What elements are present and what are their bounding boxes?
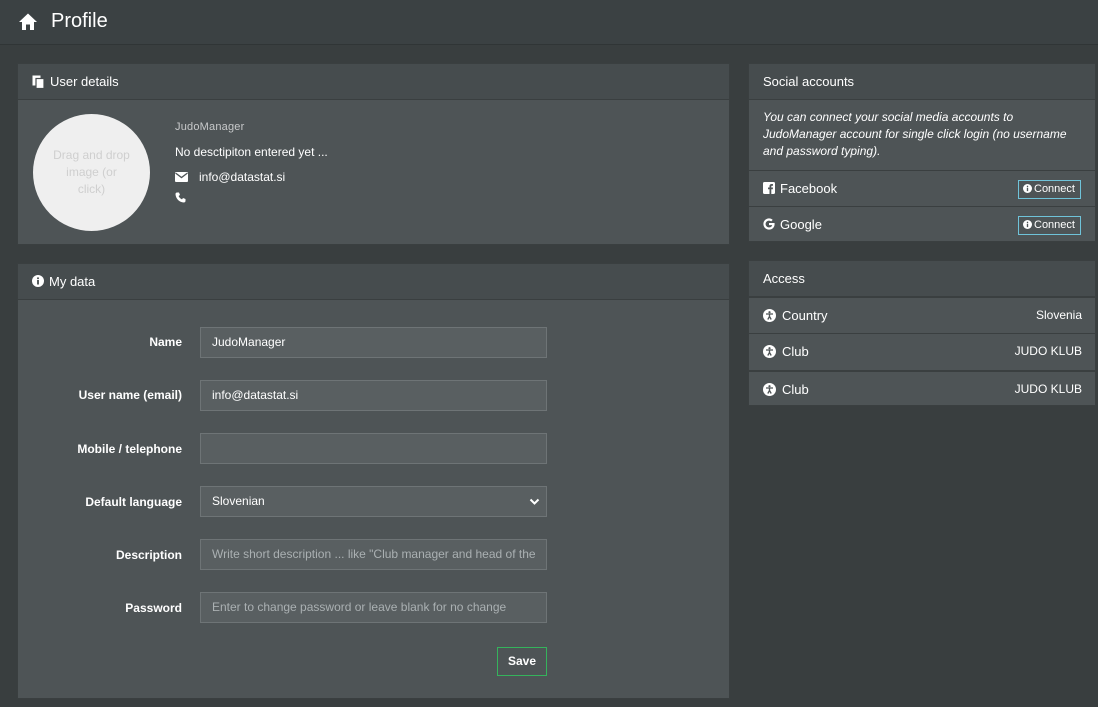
- user-details-panel: User details Drag and drop image (or cli…: [17, 63, 730, 245]
- social-row-facebook: Facebook Connect: [749, 170, 1095, 206]
- my-data-title: My data: [49, 274, 96, 289]
- facebook-icon: [763, 182, 775, 194]
- access-row-club: Club JUDO KLUB: [749, 333, 1095, 369]
- user-details-title: User details: [50, 74, 119, 89]
- user-email: info@datastat.si: [199, 170, 286, 184]
- accessibility-icon: [763, 383, 776, 396]
- phone-input[interactable]: [200, 433, 547, 464]
- password-label: Password: [125, 601, 182, 615]
- social-accounts-title: Social accounts: [763, 74, 855, 89]
- facebook-connect-label: Connect: [1034, 183, 1075, 195]
- access-title: Access: [763, 271, 805, 286]
- google-label: Google: [780, 217, 822, 232]
- access-value: Slovenia: [1035, 308, 1082, 322]
- facebook-label: Facebook: [780, 181, 838, 196]
- page-title: Profile: [51, 10, 108, 32]
- name-input[interactable]: JudoManager: [200, 327, 547, 358]
- avatar-dropzone[interactable]: Drag and drop image (or click): [33, 114, 150, 231]
- access-label: Country: [782, 308, 828, 323]
- username-email-input[interactable]: info@datastat.si: [200, 380, 547, 411]
- copy-icon: [32, 75, 45, 89]
- username-label: User name (email): [78, 388, 182, 402]
- access-label: Club: [782, 382, 809, 397]
- my-data-header: My data: [18, 264, 729, 300]
- accessibility-icon: [763, 345, 776, 358]
- social-accounts-panel: Social accounts You can connect your soc…: [748, 63, 1096, 242]
- info-icon: [32, 275, 44, 287]
- envelope-icon: [175, 172, 188, 182]
- home-icon[interactable]: [18, 12, 38, 32]
- phone-icon: [175, 192, 186, 203]
- user-description: No desctipiton entered yet ...: [175, 145, 328, 159]
- save-button[interactable]: Save: [497, 647, 547, 676]
- facebook-connect-button[interactable]: Connect: [1018, 180, 1081, 199]
- social-note: You can connect your social media accoun…: [763, 110, 1067, 158]
- info-icon: [1023, 184, 1032, 193]
- description-input[interactable]: Write short description ... like "Club m…: [200, 539, 547, 570]
- info-icon: [1023, 220, 1032, 229]
- my-data-panel: My data Name JudoManager User name (emai…: [17, 263, 730, 699]
- access-panel: Access Country Slovenia Club JUDO KLUB C…: [748, 260, 1096, 406]
- access-value: JUDO KLUB: [1014, 382, 1082, 396]
- access-row-club: Club JUDO KLUB: [749, 370, 1095, 406]
- description-label: Description: [115, 548, 182, 562]
- avatar-hint: Drag and drop image (or click): [53, 148, 130, 196]
- language-label: Default language: [85, 495, 182, 509]
- top-bar: Profile: [0, 0, 1098, 45]
- language-select[interactable]: Slovenian: [200, 486, 547, 517]
- google-connect-label: Connect: [1034, 219, 1075, 231]
- access-row-country: Country Slovenia: [749, 297, 1095, 333]
- phone-label: Mobile / telephone: [77, 442, 182, 456]
- access-value: JUDO KLUB: [1014, 344, 1082, 358]
- user-display-name: JudoManager: [175, 121, 245, 133]
- accessibility-icon: [763, 309, 776, 322]
- access-header: Access: [749, 261, 1095, 297]
- google-connect-button[interactable]: Connect: [1018, 216, 1081, 235]
- user-details-header: User details: [18, 64, 729, 100]
- social-row-google: Google Connect: [749, 206, 1095, 242]
- password-input[interactable]: Enter to change password or leave blank …: [200, 592, 547, 623]
- google-icon: [763, 218, 775, 230]
- social-accounts-header: Social accounts: [749, 64, 1095, 100]
- chevron-down-icon: [529, 498, 540, 505]
- language-selected: Slovenian: [212, 494, 265, 508]
- name-label: Name: [149, 335, 182, 349]
- access-label: Club: [782, 344, 809, 359]
